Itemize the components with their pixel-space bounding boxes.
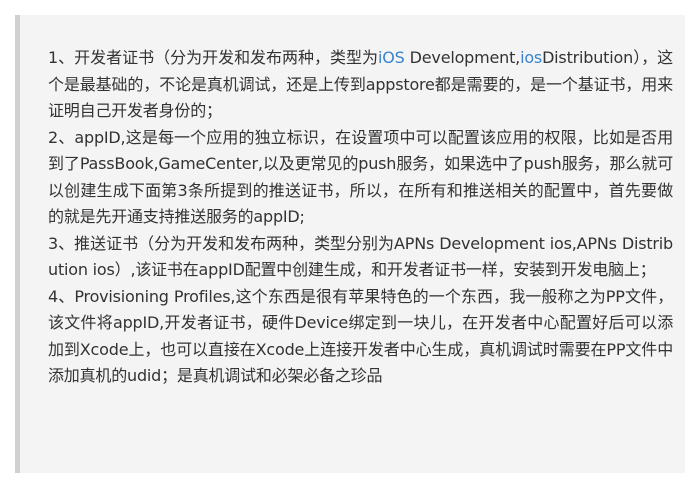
item-3-push-certificate: 3、推送证书（分为开发和发布两种，类型分别为APNs Development i… [48,233,673,280]
item-1-dev-certificate: 1、开发者证书（分为开发和发布两种，类型为iOS Development,ios… [48,45,673,125]
item-1-prefix: 1、开发者证书（分为开发和发布两种，类型为 [48,48,378,67]
blockquote-content: 1、开发者证书（分为开发和发布两种，类型为iOS Development,ios… [48,45,673,390]
blockquote: 1、开发者证书（分为开发和发布两种，类型为iOS Development,ios… [15,15,685,473]
item-1-mid: Development, [404,48,521,67]
item-4-provisioning-profiles: 4、Provisioning Profiles,这个东西是很有苹果特色的一个东西… [48,286,673,386]
ios-link[interactable]: iOS [378,48,405,67]
ios-distribution-link[interactable]: ios [520,48,542,67]
item-2-appid: 2、appID,这是每一个应用的独立标识，在设置项中可以配置该应用的权限，比如是… [48,127,673,227]
